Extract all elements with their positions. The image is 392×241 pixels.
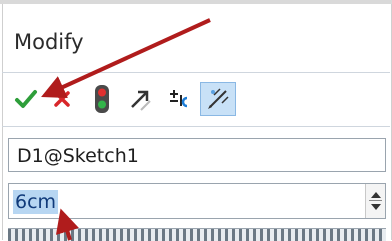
- annotation-arrow-check: [41, 18, 211, 98]
- annotation-arrows: [41, 18, 211, 241]
- annotation-arrow-value: [55, 208, 79, 241]
